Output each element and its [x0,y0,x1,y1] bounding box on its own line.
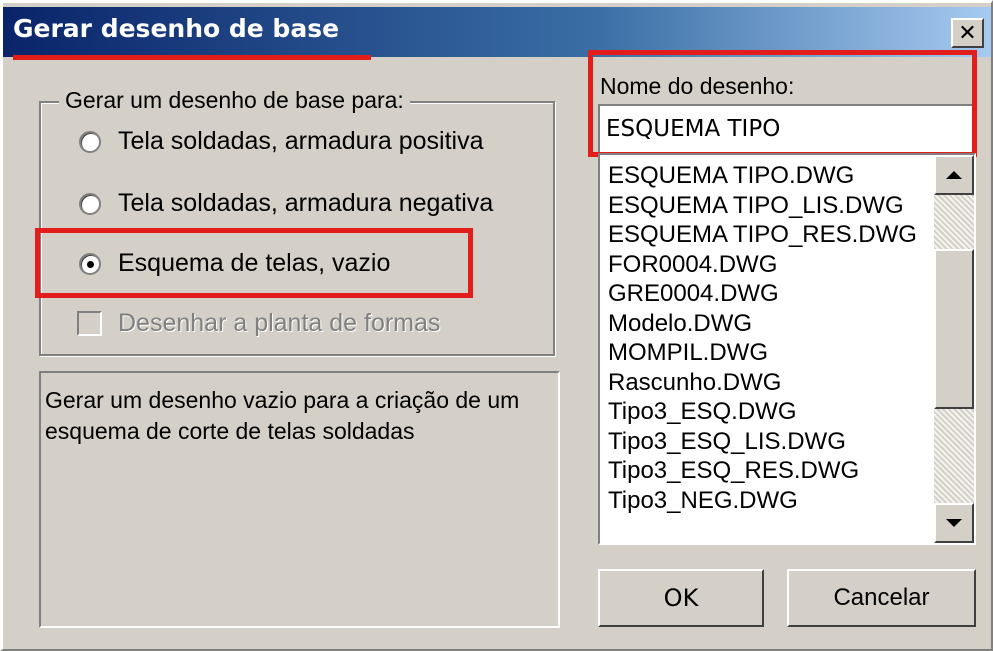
list-scrollbar[interactable] [934,155,974,543]
ok-button[interactable]: OK [598,569,764,627]
list-item[interactable]: Tipo3_NEG.DWG [608,486,933,516]
close-icon: ✕ [958,20,977,46]
list-item[interactable]: ESQUEMA TIPO_RES.DWG [608,220,933,250]
list-item[interactable]: Tipo3_ESQ.DWG [608,397,933,427]
cancel-button[interactable]: Cancelar [787,569,976,627]
radio-negative[interactable]: Tela soldadas, armadura negativa [79,189,493,218]
file-list: ESQUEMA TIPO.DWG ESQUEMA TIPO_LIS.DWG ES… [608,161,933,515]
list-item[interactable]: ESQUEMA TIPO_LIS.DWG [608,191,933,221]
list-item[interactable]: FOR0004.DWG [608,250,933,280]
close-button[interactable]: ✕ [951,18,984,48]
scroll-down-button[interactable] [934,503,974,543]
list-item[interactable]: ESQUEMA TIPO.DWG [608,161,933,191]
window-title: Gerar desenho de base [13,14,340,43]
draw-forms-checkbox[interactable]: Desenhar a planta de formas [77,309,440,338]
radio-icon[interactable] [79,192,101,215]
radio-icon[interactable] [79,130,101,153]
description-text: Gerar um desenho vazio para a criação de… [45,387,520,444]
list-item[interactable]: Tipo3_ESQ_RES.DWG [608,456,933,486]
name-annotation-highlight [588,50,977,157]
groupbox-legend: Gerar um desenho de base para: [59,87,410,114]
title-annotation-underline [13,55,371,60]
ok-button-label: OK [663,584,699,612]
checkbox-icon[interactable] [77,311,102,336]
list-item[interactable]: GRE0004.DWG [608,279,933,309]
scroll-up-button[interactable] [934,155,974,195]
arrow-up-icon [946,171,962,179]
radio-positive[interactable]: Tela soldadas, armadura positiva [79,127,483,156]
list-item[interactable]: Modelo.DWG [608,309,933,339]
scroll-thumb[interactable] [934,249,974,409]
radio-annotation-highlight [35,228,473,298]
description-box: Gerar um desenho vazio para a criação de… [39,371,560,628]
cancel-button-label: Cancelar [833,584,930,611]
radio-label-negative: Tela soldadas, armadura negativa [118,189,494,217]
list-item[interactable]: Tipo3_ESQ_LIS.DWG [608,427,933,457]
arrow-down-icon [946,519,962,527]
checkbox-label: Desenhar a planta de formas [118,309,441,337]
list-item[interactable]: MOMPIL.DWG [608,338,933,368]
radio-label-positive: Tela soldadas, armadura positiva [118,127,484,155]
list-item[interactable]: Rascunho.DWG [608,368,933,398]
file-listbox[interactable]: ESQUEMA TIPO.DWG ESQUEMA TIPO_LIS.DWG ES… [598,153,976,545]
dialog-window: Gerar desenho de base ✕ Gerar um desenho… [0,0,993,651]
